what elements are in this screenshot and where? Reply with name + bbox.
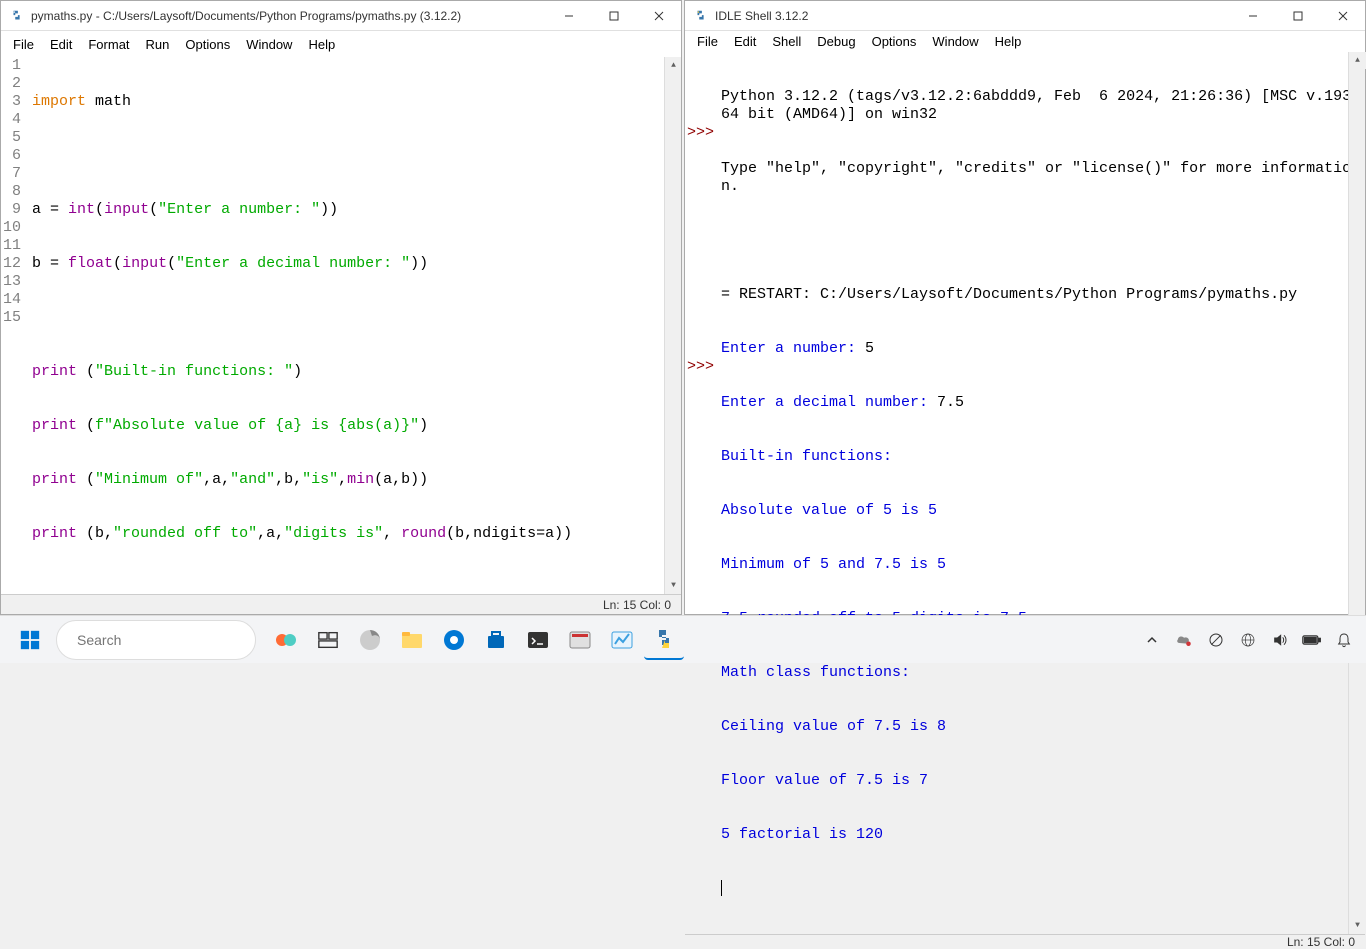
menu-window[interactable]: Window — [238, 34, 300, 55]
code-content[interactable]: import math a = int(input("Enter a numbe… — [28, 57, 681, 594]
app2-icon[interactable] — [602, 620, 642, 660]
close-button[interactable] — [636, 1, 681, 31]
terminal-icon[interactable] — [518, 620, 558, 660]
shell-restart: = RESTART: C:/Users/Laysoft/Documents/Py… — [721, 286, 1363, 304]
editor-titlebar[interactable]: pymaths.py - C:/Users/Laysoft/Documents/… — [1, 1, 681, 31]
menu-shell[interactable]: Shell — [764, 31, 809, 52]
minimize-button[interactable] — [1230, 1, 1275, 31]
menu-edit[interactable]: Edit — [726, 31, 764, 52]
menu-run[interactable]: Run — [138, 34, 178, 55]
shell-titlebar[interactable]: IDLE Shell 3.12.2 — [685, 1, 1365, 31]
shell-menubar: File Edit Shell Debug Options Window Hel… — [685, 31, 1365, 52]
chevron-up-icon[interactable] — [1140, 628, 1164, 652]
shell-title: IDLE Shell 3.12.2 — [715, 9, 1230, 23]
menu-format[interactable]: Format — [80, 34, 137, 55]
shell-prompt-gutter: >>> >>> — [685, 52, 719, 934]
scroll-up-icon[interactable]: ▲ — [665, 57, 681, 74]
editor-area[interactable]: 1 2 3 4 5 6 7 8 9 10 11 12 13 14 15 impo… — [1, 57, 681, 594]
menu-options[interactable]: Options — [864, 31, 925, 52]
shell-content[interactable]: Python 3.12.2 (tags/v3.12.2:6abddd9, Feb… — [719, 52, 1365, 934]
app-icon[interactable] — [560, 620, 600, 660]
shell-cursor-pos: Ln: 15 Col: 0 — [1287, 935, 1355, 949]
taskbar — [0, 615, 1366, 663]
shell-statusbar: Ln: 15 Col: 0 — [685, 934, 1365, 949]
editor-scrollbar[interactable]: ▲ ▼ — [664, 57, 681, 594]
menu-help[interactable]: Help — [300, 34, 343, 55]
editor-cursor-pos: Ln: 15 Col: 0 — [603, 598, 671, 612]
menu-options[interactable]: Options — [177, 34, 238, 55]
python-taskbar-icon[interactable] — [644, 620, 684, 660]
start-button[interactable] — [10, 620, 50, 660]
scroll-down-icon[interactable]: ▼ — [1349, 917, 1366, 934]
shell-scrollbar[interactable]: ▲ ▼ — [1348, 52, 1365, 934]
browser-icon[interactable] — [434, 620, 474, 660]
menu-edit[interactable]: Edit — [42, 34, 80, 55]
editor-statusbar: Ln: 15 Col: 0 — [1, 594, 681, 614]
search-input[interactable] — [77, 632, 258, 648]
menu-window[interactable]: Window — [924, 31, 986, 52]
onedrive-icon[interactable] — [1172, 628, 1196, 652]
maximize-button[interactable] — [1275, 1, 1320, 31]
notification-icon[interactable] — [1332, 628, 1356, 652]
minimize-button[interactable] — [546, 1, 591, 31]
shell-cursor — [721, 880, 722, 896]
line-number-gutter: 1 2 3 4 5 6 7 8 9 10 11 12 13 14 15 — [1, 57, 28, 594]
scroll-down-icon[interactable]: ▼ — [665, 577, 681, 594]
taskview-icon[interactable] — [308, 620, 348, 660]
editor-menubar: File Edit Format Run Options Window Help — [1, 31, 681, 57]
shell-area[interactable]: >>> >>> Python 3.12.2 (tags/v3.12.2:6abd… — [685, 52, 1365, 934]
battery-icon[interactable] — [1300, 628, 1324, 652]
search-box[interactable] — [56, 620, 256, 660]
shell-banner2: Type "help", "copyright", "credits" or "… — [721, 160, 1363, 196]
shell-window: IDLE Shell 3.12.2 File Edit Shell Debug … — [684, 0, 1366, 615]
explorer-icon[interactable] — [392, 620, 432, 660]
python-icon — [693, 8, 709, 24]
copilot-icon[interactable] — [266, 620, 306, 660]
scroll-up-icon[interactable]: ▲ — [1349, 52, 1366, 69]
volume-icon[interactable] — [1268, 628, 1292, 652]
shell-banner: Python 3.12.2 (tags/v3.12.2:6abddd9, Feb… — [721, 88, 1363, 124]
security-icon[interactable] — [1204, 628, 1228, 652]
menu-file[interactable]: File — [5, 34, 42, 55]
close-button[interactable] — [1320, 1, 1365, 31]
editor-title: pymaths.py - C:/Users/Laysoft/Documents/… — [31, 9, 546, 23]
editor-window: pymaths.py - C:/Users/Laysoft/Documents/… — [0, 0, 682, 615]
store-icon[interactable] — [476, 620, 516, 660]
menu-help[interactable]: Help — [987, 31, 1030, 52]
menu-debug[interactable]: Debug — [809, 31, 863, 52]
maximize-button[interactable] — [591, 1, 636, 31]
python-file-icon — [9, 8, 25, 24]
windows-icon — [19, 629, 41, 651]
language-icon[interactable] — [1236, 628, 1260, 652]
edge-icon[interactable] — [350, 620, 390, 660]
menu-file[interactable]: File — [689, 31, 726, 52]
